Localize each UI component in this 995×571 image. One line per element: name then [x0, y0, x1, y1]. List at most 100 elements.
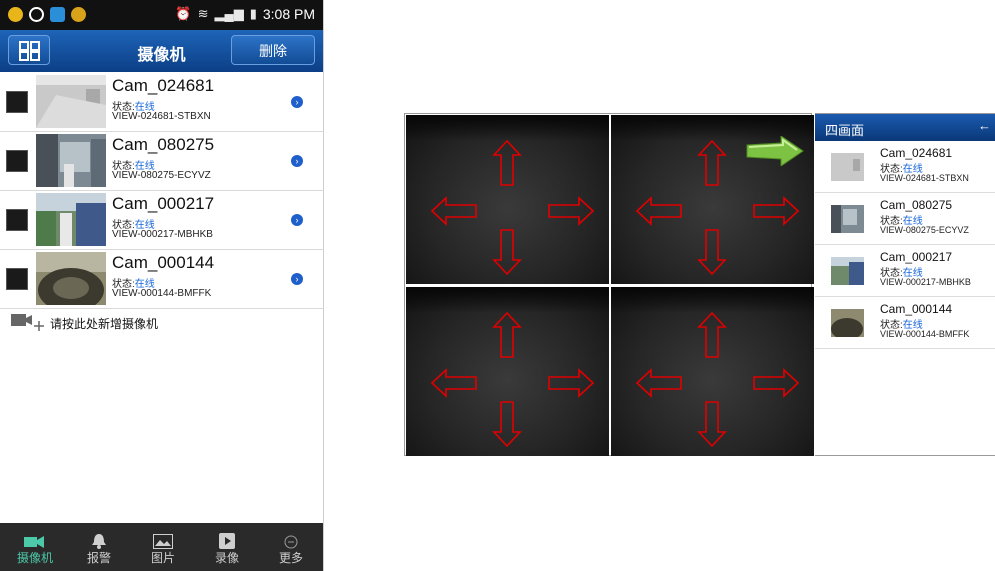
arrow-up-icon[interactable] [697, 311, 727, 358]
video-pane-1[interactable] [406, 115, 609, 284]
tab-label: 录像 [214, 551, 239, 565]
arrow-left-icon[interactable] [635, 368, 682, 398]
wifi-icon: ≋ [197, 6, 209, 21]
notification-icon [8, 7, 23, 22]
app-bar: 摄像机 删除 [0, 30, 323, 72]
arrow-right-icon[interactable] [548, 196, 595, 226]
select-checkbox[interactable] [6, 91, 28, 113]
arrow-right-icon[interactable] [753, 196, 800, 226]
drag-arrow-icon [746, 136, 804, 166]
tab-camera[interactable]: 摄像机 [3, 523, 67, 571]
arrow-down-icon[interactable] [697, 401, 727, 448]
arrow-left-icon[interactable] [430, 196, 477, 226]
panel-camera-row[interactable]: Cam_000217 状态:在线 VIEW-000217-MBHKB [815, 245, 995, 297]
camera-thumbnail [831, 205, 864, 233]
camera-name: Cam_000144 [880, 302, 953, 316]
bell-icon [92, 534, 106, 549]
chevron-right-icon[interactable]: › [291, 155, 303, 167]
camera-thumbnail [36, 134, 106, 187]
panel-camera-row[interactable]: Cam_000144 状态:在线 VIEW-000144-BMFFK [815, 297, 995, 349]
grid-icon-cell [30, 51, 40, 61]
camera-id: VIEW-080275-ECYVZ [112, 170, 211, 181]
panel-title: 四画面 [825, 123, 865, 138]
tab-alarm[interactable]: 报警 [67, 523, 131, 571]
camera-id: VIEW-000217-MBHKB [880, 277, 971, 287]
camera-name: Cam_080275 [112, 135, 215, 154]
tab-label: 报警 [86, 551, 111, 565]
camera-row[interactable]: Cam_080275 状态:在线 VIEW-080275-ECYVZ › [0, 132, 323, 191]
signal-icon: ▂▄▆ [214, 6, 244, 21]
camera-row[interactable]: Cam_000144 状态:在线 VIEW-000144-BMFFK › [0, 250, 323, 309]
panel-camera-row[interactable]: Cam_080275 状态:在线 VIEW-080275-ECYVZ [815, 193, 995, 245]
add-camera-row[interactable]: 请按此处新增摄像机 [10, 312, 158, 334]
arrow-up-icon[interactable] [697, 139, 727, 186]
camera-thumbnail [831, 309, 864, 337]
video-pane-3[interactable] [406, 287, 609, 456]
panel-camera-row[interactable]: Cam_024681 状态:在线 VIEW-024681-STBXN [815, 141, 995, 193]
add-camera-label: 请按此处新增摄像机 [50, 316, 159, 331]
camera-id: VIEW-000217-MBHKB [112, 229, 213, 240]
arrow-right-icon[interactable] [548, 368, 595, 398]
select-checkbox[interactable] [6, 150, 28, 172]
phone-screen: ⏰ ≋ ▂▄▆ ▮ 3:08 PM 摄像机 删除 Cam_024681 状态:在… [0, 0, 324, 571]
voicemail-icon [29, 7, 44, 22]
chevron-right-icon[interactable]: › [291, 96, 303, 108]
video-icon [219, 533, 235, 549]
add-camera-icon [10, 312, 44, 334]
arrow-left-icon[interactable] [635, 196, 682, 226]
notification-icons [8, 7, 86, 22]
arrow-up-icon[interactable] [492, 139, 522, 186]
arrow-left-icon[interactable] [430, 368, 477, 398]
camera-id: VIEW-024681-STBXN [112, 111, 211, 122]
app-icon-2 [71, 7, 86, 22]
camera-id: VIEW-000144-BMFFK [112, 288, 212, 299]
status-bar: ⏰ ≋ ▂▄▆ ▮ 3:08 PM [0, 0, 323, 30]
select-checkbox[interactable] [6, 268, 28, 290]
tab-label: 更多 [278, 551, 303, 565]
camera-id: VIEW-024681-STBXN [880, 173, 969, 183]
arrow-up-icon[interactable] [492, 311, 522, 358]
tab-recordings[interactable]: 录像 [195, 523, 259, 571]
camera-name: Cam_000217 [112, 194, 215, 213]
alarm-icon: ⏰ [175, 6, 192, 21]
back-arrow-icon[interactable]: ← [978, 118, 991, 133]
camera-name: Cam_080275 [880, 198, 953, 212]
battery-icon: ▮ [249, 6, 257, 21]
chevron-right-icon[interactable]: › [291, 214, 303, 226]
camera-name: Cam_024681 [880, 146, 953, 160]
camera-id: VIEW-000144-BMFFK [880, 329, 970, 339]
camera-row[interactable]: Cam_024681 状态:在线 VIEW-024681-STBXN › [0, 73, 323, 132]
select-checkbox[interactable] [6, 209, 28, 231]
camera-thumbnail [36, 75, 106, 128]
arrow-down-icon[interactable] [492, 401, 522, 448]
camera-icon [24, 536, 44, 548]
more-icon [284, 535, 298, 549]
camera-name: Cam_000217 [880, 250, 953, 264]
arrow-down-icon[interactable] [697, 229, 727, 276]
camera-name: Cam_000144 [112, 253, 215, 272]
picture-icon [153, 534, 173, 549]
camera-thumbnail [831, 153, 864, 181]
tab-pictures[interactable]: 图片 [131, 523, 195, 571]
grid-icon-cell [19, 51, 29, 61]
delete-button[interactable]: 删除 [231, 35, 315, 65]
video-pane-4[interactable] [611, 287, 814, 456]
tab-label: 摄像机 [16, 551, 53, 565]
tab-label: 图片 [150, 551, 175, 565]
camera-row[interactable]: Cam_000217 状态:在线 VIEW-000217-MBHKB › [0, 191, 323, 250]
app-icon [50, 7, 65, 22]
camera-name: Cam_024681 [112, 76, 215, 95]
camera-panel: 四画面 ← Cam_024681 状态:在线 VIEW-024681-STBXN… [815, 113, 995, 456]
arrow-right-icon[interactable] [753, 368, 800, 398]
chevron-right-icon[interactable]: › [291, 273, 303, 285]
camera-thumbnail [831, 257, 864, 285]
panel-header: 四画面 ← [815, 114, 995, 141]
tab-more[interactable]: 更多 [259, 523, 323, 571]
quad-view-grid [404, 113, 814, 456]
camera-thumbnail [36, 252, 106, 305]
grid-icon-cell [30, 41, 40, 51]
grid-view-button[interactable] [8, 35, 50, 65]
camera-list: Cam_024681 状态:在线 VIEW-024681-STBXN › Cam… [0, 73, 323, 309]
camera-thumbnail [36, 193, 106, 246]
arrow-down-icon[interactable] [492, 229, 522, 276]
